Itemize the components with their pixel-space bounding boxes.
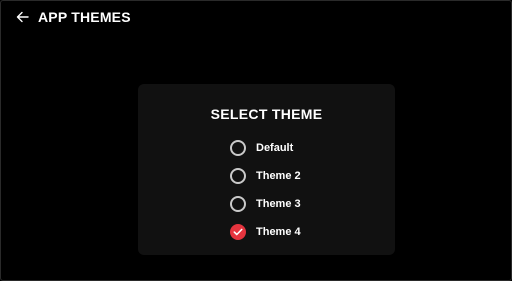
option-label: Theme 4 [256, 226, 301, 238]
header: APP THEMES [15, 8, 131, 26]
app-window: APP THEMES SELECT THEME Default Theme 2 … [0, 0, 512, 281]
radio-button[interactable] [230, 140, 246, 156]
radio-button[interactable] [230, 196, 246, 212]
radio-button[interactable] [230, 168, 246, 184]
theme-option-theme-3[interactable]: Theme 3 [230, 190, 301, 218]
card-title: SELECT THEME [210, 106, 323, 122]
theme-option-theme-4[interactable]: Theme 4 [230, 218, 301, 246]
option-label: Default [256, 142, 294, 154]
back-button[interactable] [15, 10, 29, 24]
check-icon [233, 228, 243, 236]
theme-select-card: SELECT THEME Default Theme 2 Theme 3 The… [138, 84, 395, 255]
theme-options: Default Theme 2 Theme 3 Theme 4 [230, 134, 301, 246]
radio-button-checked[interactable] [230, 224, 246, 240]
theme-option-theme-2[interactable]: Theme 2 [230, 162, 301, 190]
arrow-left-icon [16, 11, 29, 23]
option-label: Theme 2 [256, 170, 301, 182]
option-label: Theme 3 [256, 198, 301, 210]
theme-option-default[interactable]: Default [230, 134, 301, 162]
page-title: APP THEMES [38, 9, 131, 25]
